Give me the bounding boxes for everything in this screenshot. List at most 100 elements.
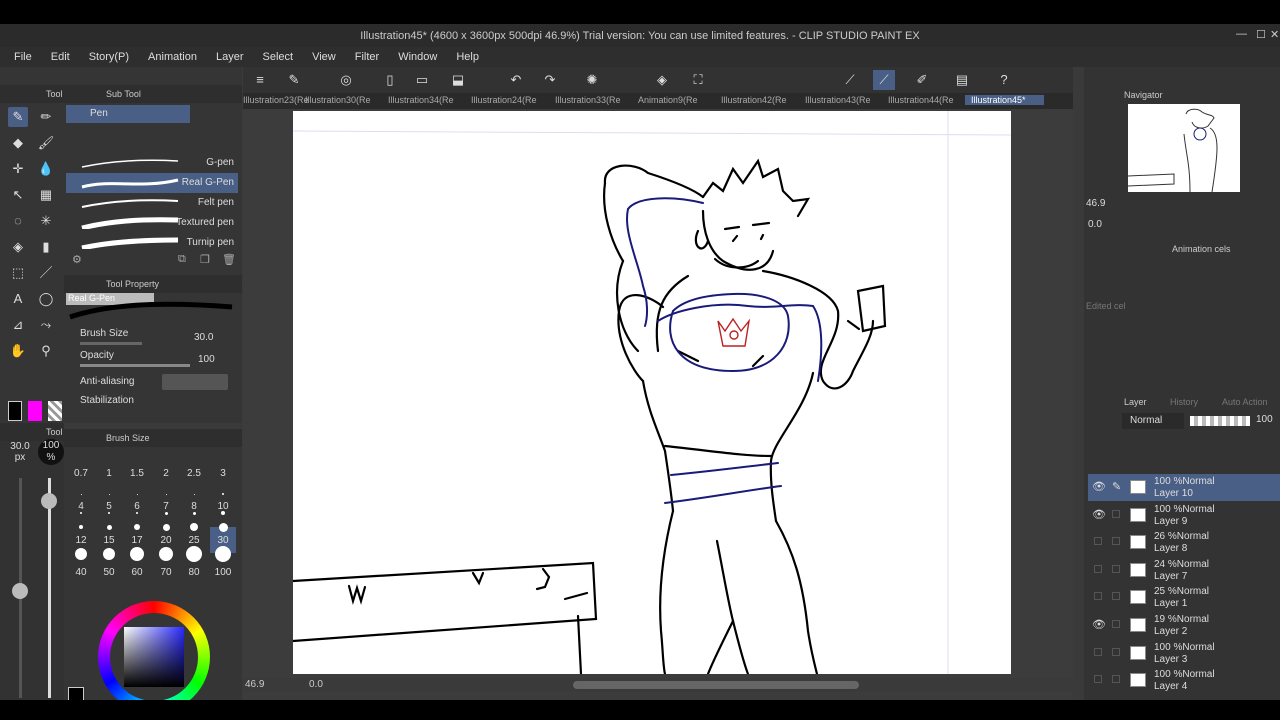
new-file-icon[interactable]: ▯ (379, 70, 401, 90)
visibility-toggle[interactable] (1094, 675, 1102, 684)
document-tab[interactable]: Illustration23(Re (243, 95, 309, 105)
new-icon[interactable]: ✎ (283, 70, 305, 90)
ruler-icon[interactable]: ⊿ (8, 315, 28, 335)
brush-size-option[interactable]: 0.7 (68, 468, 94, 479)
sub-tool-settings-icon[interactable]: ⚙ (72, 253, 82, 266)
frame-icon[interactable]: ▦ (36, 185, 56, 205)
menu-view[interactable]: View (312, 51, 336, 63)
sub-tool-real-g-pen[interactable]: Real G-Pen (66, 173, 238, 193)
transform-icon[interactable]: ⛶ (687, 70, 709, 90)
visibility-toggle[interactable] (1094, 564, 1102, 573)
brush-size-option[interactable]: 1 (96, 468, 122, 479)
layer-row[interactable]: 100 %Normal Layer 3 (1088, 640, 1280, 667)
operation-icon[interactable]: ↖ (8, 185, 28, 205)
layer-lock-toggle[interactable] (1112, 675, 1120, 684)
device-icon[interactable]: ▤ (951, 70, 973, 90)
sub-tool-turnip-pen[interactable]: Turnip pen (66, 233, 238, 253)
brush-size-option[interactable]: 80 (181, 567, 207, 578)
pencil-command-icon[interactable]: ✐ (911, 70, 933, 90)
opacity-bar[interactable] (80, 364, 190, 367)
layer-lock-toggle[interactable] (1112, 647, 1120, 656)
undo-icon[interactable]: ↶ (505, 70, 527, 90)
sub-tool-delete-icon[interactable]: 🗑 (222, 253, 236, 266)
animation-icon[interactable]: ◎ (335, 70, 357, 90)
document-tab[interactable]: Illustration24(Re (471, 95, 537, 105)
edit-pen-icon[interactable]: ✎ (1112, 480, 1121, 493)
menu-story[interactable]: Story(P) (89, 51, 129, 63)
brush-size-option[interactable]: 15 (96, 535, 122, 546)
brush-size-slider-thumb[interactable] (12, 583, 28, 599)
zoom-field[interactable]: 46.9 (245, 679, 264, 690)
saturation-value-square[interactable] (124, 627, 184, 687)
brush-command-icon[interactable]: ⟋ (873, 70, 895, 90)
brush-size-option[interactable]: 5 (96, 501, 122, 512)
brush-size-option[interactable]: 25 (181, 535, 207, 546)
anti-aliasing-selector[interactable] (162, 374, 228, 390)
eye-icon[interactable]: 👁 (1092, 480, 1106, 493)
opacity-slider-track[interactable] (48, 478, 51, 698)
visibility-toggle[interactable] (1094, 647, 1102, 656)
brush-size-option[interactable]: 17 (124, 535, 150, 546)
opacity-field[interactable]: 100 (198, 354, 215, 365)
brush-size-option[interactable]: 12 (68, 535, 94, 546)
save-icon[interactable]: ⬓ (447, 70, 469, 90)
active-document-tab[interactable]: Illustration45* (965, 95, 1044, 105)
fill-icon[interactable]: ◈ (8, 237, 28, 257)
document-tab[interactable]: Illustration34(Re (388, 95, 454, 105)
text-icon[interactable]: A (8, 289, 28, 309)
brush-size-option[interactable]: 1.5 (124, 468, 150, 479)
fill-command-icon[interactable]: ◈ (651, 70, 673, 90)
sub-tool-group-tab[interactable]: Pen (66, 105, 190, 123)
layer-lock-toggle[interactable] (1112, 592, 1120, 601)
opacity-slider-thumb[interactable] (41, 493, 57, 509)
opacity-property[interactable]: Opacity 100 (66, 348, 238, 370)
layer-row[interactable]: 24 %Normal Layer 7 (1088, 557, 1280, 584)
menu-icon[interactable]: ≡ (249, 70, 271, 90)
magic-wand-icon[interactable]: ✳ (36, 211, 56, 231)
canvas-paper[interactable] (293, 111, 1011, 674)
close-button[interactable]: ✕ (1270, 28, 1279, 41)
menu-file[interactable]: File (14, 51, 32, 63)
canvas-area[interactable] (243, 109, 1073, 700)
help-icon[interactable]: ? (993, 70, 1015, 90)
visibility-toggle[interactable] (1094, 537, 1102, 546)
open-icon[interactable]: ▭ (411, 70, 433, 90)
menu-select[interactable]: Select (263, 51, 294, 63)
menu-window[interactable]: Window (398, 51, 437, 63)
lasso-icon[interactable]: ◌ (8, 211, 28, 231)
visibility-toggle[interactable] (1094, 592, 1102, 601)
brush-size-option[interactable]: 50 (96, 567, 122, 578)
main-color-swatch[interactable] (8, 401, 22, 421)
loading-icon[interactable]: ✺ (581, 70, 603, 90)
layer-row[interactable]: 26 %Normal Layer 8 (1088, 529, 1280, 556)
layer-row[interactable]: 100 %Normal Layer 4 (1088, 667, 1280, 694)
brush-icon[interactable]: 🖌 (36, 133, 56, 153)
layer-row[interactable]: 25 %Normal Layer 1 (1088, 584, 1280, 611)
maximize-button[interactable]: ☐ (1256, 28, 1266, 41)
auto-action-tab[interactable]: Auto Action (1222, 393, 1280, 411)
sub-color-swatch[interactable] (28, 401, 42, 421)
layer-row[interactable]: 👁 19 %Normal Layer 2 (1088, 612, 1280, 639)
navigator-zoom[interactable]: 46.9 (1086, 198, 1105, 209)
brush-size-option[interactable]: 7 (153, 501, 179, 512)
blend-icon[interactable]: 💧 (36, 159, 56, 179)
layer-opacity-value[interactable]: 100 (1256, 414, 1273, 425)
transparent-color-swatch[interactable] (48, 401, 62, 421)
move-icon[interactable]: ✛ (8, 159, 28, 179)
horizontal-scrollbar[interactable] (573, 681, 859, 689)
line-icon[interactable]: ／ (36, 263, 56, 283)
layer-lock-toggle[interactable] (1112, 564, 1120, 573)
correct-line-icon[interactable]: ⤳ (36, 315, 56, 335)
layer-lock-toggle[interactable] (1112, 509, 1120, 518)
navigator-thumbnail[interactable] (1127, 104, 1240, 193)
hand-icon[interactable]: ✋ (8, 341, 28, 361)
sub-tool-duplicate-icon[interactable]: ❐ (200, 253, 210, 266)
brush-size-option[interactable]: 100 (210, 567, 236, 578)
layer-opacity-slider[interactable] (1190, 416, 1250, 426)
brush-size-option[interactable]: 20 (153, 535, 179, 546)
brush-size-field[interactable]: 30.0 (194, 332, 213, 343)
document-tab[interactable]: Illustration30(Re (305, 95, 371, 105)
history-tab[interactable]: History (1170, 393, 1210, 411)
anti-aliasing-property[interactable]: Anti-aliasing (66, 372, 238, 394)
sub-tool-felt-pen[interactable]: Felt pen (66, 193, 238, 213)
